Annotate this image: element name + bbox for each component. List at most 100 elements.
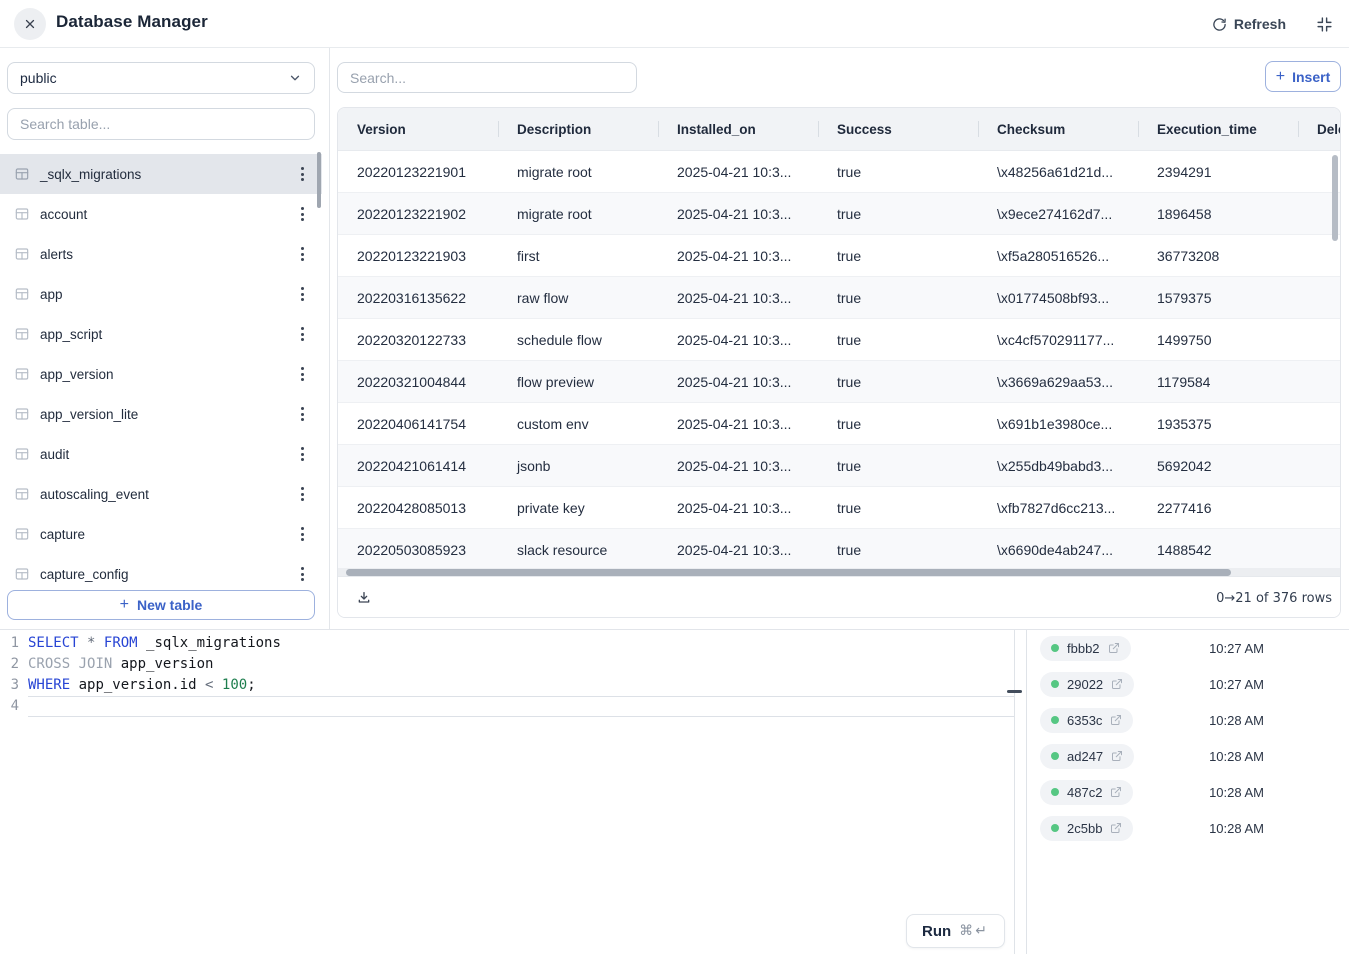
schema-select[interactable]: public — [7, 62, 315, 94]
table-cell[interactable]: custom env — [498, 416, 658, 432]
column-header[interactable]: Checksum — [978, 122, 1138, 137]
table-cell[interactable]: true — [818, 164, 978, 180]
table-cell[interactable]: first — [498, 248, 658, 264]
kebab-menu-icon[interactable] — [294, 244, 310, 264]
table-cell[interactable]: \x9ece274162d7... — [978, 206, 1138, 222]
table-cell[interactable]: 2025-04-21 10:3... — [658, 500, 818, 516]
table-cell[interactable]: \x48256a61d21d... — [978, 164, 1138, 180]
refresh-button[interactable]: Refresh — [1212, 16, 1286, 32]
external-link-icon[interactable] — [1108, 642, 1120, 654]
sql-editor[interactable]: 1SELECT * FROM _sqlx_migrations2CROSS JO… — [0, 630, 1014, 954]
table-cell[interactable]: 2025-04-21 10:3... — [658, 458, 818, 474]
kebab-menu-icon[interactable] — [294, 324, 310, 344]
table-cell[interactable]: 2025-04-21 10:3... — [658, 290, 818, 306]
code-line[interactable]: 2CROSS JOIN app_version — [0, 654, 1014, 675]
table-cell[interactable]: 1896458 — [1138, 206, 1298, 222]
table-cell[interactable]: jsonb — [498, 458, 658, 474]
table-row[interactable]: 20220321004844flow preview2025-04-21 10:… — [338, 361, 1341, 403]
kebab-menu-icon[interactable] — [294, 164, 310, 184]
sidebar-table-item[interactable]: audit — [0, 434, 322, 474]
table-row[interactable]: 20220428085013private key2025-04-21 10:3… — [338, 487, 1341, 529]
code-line[interactable]: 3WHERE app_version.id < 100; — [0, 675, 1014, 696]
table-cell[interactable]: true — [818, 290, 978, 306]
kebab-menu-icon[interactable] — [294, 364, 310, 384]
history-pill[interactable]: ad247 — [1040, 744, 1134, 769]
sidebar-table-item[interactable]: capture_config — [0, 554, 322, 588]
table-cell[interactable]: \x01774508bf93... — [978, 290, 1138, 306]
table-cell[interactable]: 1488542 — [1138, 542, 1298, 558]
table-cell[interactable]: \xfb7827d6cc213... — [978, 500, 1138, 516]
table-cell[interactable]: 20220123221901 — [338, 164, 498, 180]
kebab-menu-icon[interactable] — [294, 284, 310, 304]
sidebar-table-item[interactable]: app_script — [0, 314, 322, 354]
table-cell[interactable]: true — [818, 500, 978, 516]
column-header[interactable]: Description — [498, 122, 658, 137]
sidebar-table-item[interactable]: app_version — [0, 354, 322, 394]
table-cell[interactable]: 5692042 — [1138, 458, 1298, 474]
table-cell[interactable]: 1179584 — [1138, 374, 1298, 390]
table-row[interactable]: 20220316135622raw flow2025-04-21 10:3...… — [338, 277, 1341, 319]
run-button[interactable]: Run ⌘↵ — [906, 914, 1005, 948]
external-link-icon[interactable] — [1110, 786, 1122, 798]
table-cell[interactable]: flow preview — [498, 374, 658, 390]
external-link-icon[interactable] — [1111, 678, 1123, 690]
history-pill[interactable]: 6353c — [1040, 708, 1133, 733]
table-cell[interactable]: 20220428085013 — [338, 500, 498, 516]
sidebar-table-item[interactable]: app — [0, 274, 322, 314]
table-cell[interactable]: 2025-04-21 10:3... — [658, 206, 818, 222]
table-cell[interactable]: 20220406141754 — [338, 416, 498, 432]
kebab-menu-icon[interactable] — [294, 444, 310, 464]
panel-resizer[interactable] — [1014, 630, 1027, 954]
kebab-menu-icon[interactable] — [294, 404, 310, 424]
grid-search-input[interactable] — [337, 62, 637, 93]
table-cell[interactable]: 2025-04-21 10:3... — [658, 416, 818, 432]
resize-handle-icon[interactable] — [1007, 690, 1022, 693]
column-header[interactable]: Success — [818, 122, 978, 137]
table-cell[interactable]: migrate root — [498, 206, 658, 222]
column-header[interactable]: Installed_on — [658, 122, 818, 137]
vertical-scrollbar[interactable] — [1332, 155, 1338, 241]
table-cell[interactable]: \x691b1e3980ce... — [978, 416, 1138, 432]
external-link-icon[interactable] — [1111, 750, 1123, 762]
table-cell[interactable]: 20220421061414 — [338, 458, 498, 474]
table-cell[interactable]: 2025-04-21 10:3... — [658, 248, 818, 264]
table-cell[interactable]: \x3669a629aa53... — [978, 374, 1138, 390]
table-cell[interactable]: true — [818, 248, 978, 264]
table-cell[interactable]: 2394291 — [1138, 164, 1298, 180]
horizontal-scrollbar[interactable] — [338, 568, 1341, 576]
history-pill[interactable]: 487c2 — [1040, 780, 1133, 805]
new-table-button[interactable]: + New table — [7, 590, 315, 620]
history-pill[interactable]: 29022 — [1040, 672, 1134, 697]
sidebar-scrollbar[interactable] — [317, 152, 321, 208]
close-button[interactable] — [14, 8, 46, 40]
kebab-menu-icon[interactable] — [294, 204, 310, 224]
table-cell[interactable]: 2025-04-21 10:3... — [658, 332, 818, 348]
table-cell[interactable]: private key — [498, 500, 658, 516]
table-cell[interactable]: \x255db49babd3... — [978, 458, 1138, 474]
table-cell[interactable]: \xc4cf570291177... — [978, 332, 1138, 348]
column-header[interactable]: Dele — [1298, 122, 1341, 137]
table-cell[interactable]: slack resource — [498, 542, 658, 558]
table-search-input[interactable] — [7, 108, 315, 140]
table-cell[interactable]: 1935375 — [1138, 416, 1298, 432]
table-cell[interactable]: schedule flow — [498, 332, 658, 348]
history-pill[interactable]: fbbb2 — [1040, 636, 1131, 661]
history-pill[interactable]: 2c5bb — [1040, 816, 1133, 841]
kebab-menu-icon[interactable] — [294, 524, 310, 544]
external-link-icon[interactable] — [1110, 822, 1122, 834]
table-cell[interactable]: 36773208 — [1138, 248, 1298, 264]
table-cell[interactable]: true — [818, 206, 978, 222]
table-cell[interactable]: 20220123221902 — [338, 206, 498, 222]
sidebar-table-item[interactable]: app_version_lite — [0, 394, 322, 434]
table-cell[interactable]: true — [818, 542, 978, 558]
code-line[interactable]: 1SELECT * FROM _sqlx_migrations — [0, 633, 1014, 654]
table-cell[interactable]: raw flow — [498, 290, 658, 306]
table-cell[interactable]: 20220123221903 — [338, 248, 498, 264]
code-line[interactable]: 4 — [0, 696, 1014, 717]
table-row[interactable]: 20220406141754custom env2025-04-21 10:3.… — [338, 403, 1341, 445]
table-cell[interactable]: \xf5a280516526... — [978, 248, 1138, 264]
table-cell[interactable]: 1499750 — [1138, 332, 1298, 348]
table-cell[interactable]: true — [818, 416, 978, 432]
sidebar-table-item[interactable]: _sqlx_migrations — [0, 154, 322, 194]
table-row[interactable]: 20220123221903first2025-04-21 10:3...tru… — [338, 235, 1341, 277]
